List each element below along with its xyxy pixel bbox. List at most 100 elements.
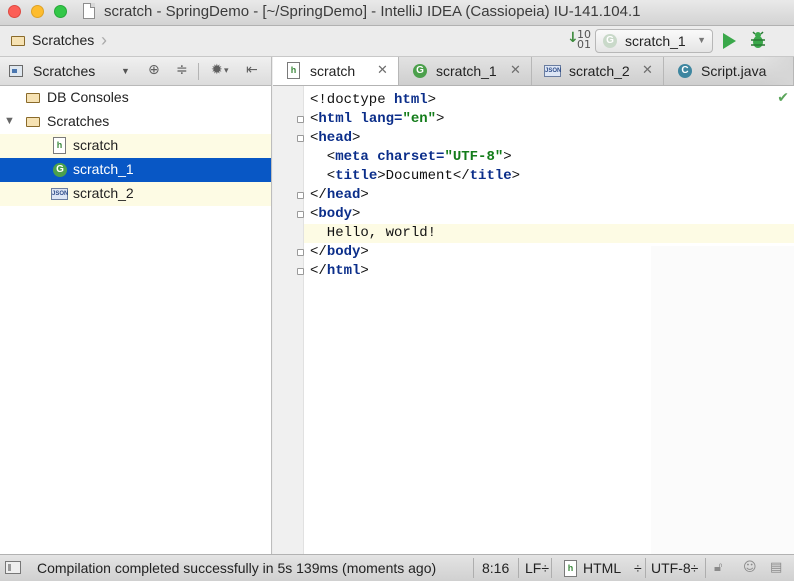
lock-icon[interactable]: 🔓︎ (714, 560, 722, 575)
line-separator-selector[interactable]: LF÷ (525, 560, 549, 576)
status-divider (518, 558, 519, 578)
status-message[interactable]: Compilation completed successfully in 5s… (37, 560, 436, 576)
gear-icon[interactable]: ✹ (211, 62, 223, 78)
code-line[interactable]: Hello, world! (310, 224, 436, 243)
inspector-icon[interactable]: ☺ (743, 560, 757, 575)
tree-item-scratch-2[interactable]: JSON scratch_2 (0, 182, 271, 206)
tree-item-scratch[interactable]: h scratch (0, 134, 271, 158)
tab-label: scratch_2 (569, 63, 630, 79)
title-bar: scratch - SpringDemo - [~/SpringDemo] - … (0, 0, 794, 26)
tab-label: scratch_1 (436, 63, 497, 79)
code-token: > (511, 168, 521, 184)
status-divider (473, 558, 474, 578)
folder-icon (26, 117, 40, 127)
editor-gutter[interactable] (273, 86, 304, 554)
code-token: > (436, 111, 445, 127)
tree-item-label: Scratches (47, 113, 110, 129)
tab-scratch[interactable]: h scratch ✕ (273, 57, 399, 85)
class-file-icon: C (678, 64, 692, 78)
html-file-icon: h (287, 62, 300, 79)
tab-scratch-2[interactable]: JSON scratch_2 ✕ (532, 57, 664, 85)
hide-panel-icon[interactable]: ⇤ (246, 62, 258, 78)
code-line[interactable]: </html> (310, 262, 369, 281)
code-token: meta (335, 149, 378, 165)
json-file-icon: JSON (544, 65, 561, 77)
code-token: > (503, 149, 512, 165)
minimize-window-button[interactable] (31, 5, 44, 18)
tree-item-label: DB Consoles (47, 89, 129, 105)
tool-window-header: Scratches ▼ ⊕ ≑ ✹ ▾ ⇤ (0, 57, 271, 86)
debug-button[interactable] (750, 31, 766, 49)
tab-script-java[interactable]: C Script.java (664, 57, 794, 85)
code-editor[interactable]: <!doctype html> <html lang="en"> <head> <m… (273, 86, 794, 554)
fold-marker-icon[interactable] (297, 268, 304, 275)
code-token: </ (310, 187, 327, 203)
html-file-icon: h (53, 137, 66, 154)
code-token: > (360, 244, 369, 260)
folder-icon (26, 93, 40, 103)
tree-item-scratches[interactable]: ▼ Scratches (0, 110, 271, 134)
document-icon (83, 3, 95, 19)
tree-item-label: scratch_2 (73, 185, 134, 201)
code-line[interactable]: <title>Document</title> (310, 167, 520, 186)
scroll-from-source-icon[interactable]: ⊕ (148, 62, 160, 78)
tool-window-title[interactable]: Scratches (33, 63, 95, 79)
run-configuration-dropdown[interactable]: G scratch_1 ▼ (595, 29, 713, 53)
tab-label: Script.java (701, 63, 767, 79)
code-line[interactable]: </body> (310, 243, 369, 262)
event-log-icon[interactable]: ▤ (770, 560, 782, 575)
fold-marker-icon[interactable] (297, 116, 304, 123)
tab-scratch-1[interactable]: G scratch_1 ✕ (399, 57, 532, 85)
fold-marker-icon[interactable] (297, 249, 304, 256)
code-token: head (326, 187, 361, 203)
encoding-selector[interactable]: UTF-8÷ (651, 560, 698, 576)
code-token: html (394, 92, 428, 108)
collapse-all-icon[interactable]: ≑ (176, 62, 188, 78)
close-window-button[interactable] (8, 5, 21, 18)
tree-item-db-consoles[interactable]: DB Consoles (0, 86, 271, 110)
language-dropdown-arrow[interactable]: ÷ (634, 560, 642, 576)
code-token: html (326, 263, 361, 279)
code-line[interactable]: <body> (310, 205, 360, 224)
code-token: > (352, 130, 361, 146)
gear-dropdown-icon[interactable]: ▾ (224, 66, 229, 76)
tree-item-label: scratch_1 (73, 161, 134, 177)
code-line[interactable]: <html lang="en"> (310, 110, 444, 129)
fold-marker-icon[interactable] (297, 211, 304, 218)
tool-windows-toggle-icon[interactable] (5, 561, 21, 574)
code-token: title (335, 168, 378, 184)
expand-arrow-icon[interactable]: ▼ (4, 115, 15, 127)
no-problems-check-icon: ✔ (777, 90, 789, 106)
code-token: </ (310, 263, 327, 279)
tree-item-scratch-1[interactable]: G scratch_1 (0, 158, 271, 182)
close-icon[interactable]: ✕ (642, 63, 653, 78)
chevron-down-icon[interactable]: ▼ (121, 66, 130, 76)
language-selector[interactable]: HTML (583, 560, 621, 576)
code-token: > (360, 187, 369, 203)
code-token: title (469, 168, 512, 184)
scratches-tool-window: Scratches ▼ ⊕ ≑ ✹ ▾ ⇤ DB Consoles ▼ Scra… (0, 57, 272, 554)
editor-background-shade (651, 246, 794, 554)
code-token: > (360, 263, 369, 279)
code-token: "UTF-8" (444, 149, 504, 165)
close-icon[interactable]: ✕ (377, 63, 388, 78)
code-token: >Document</ (377, 168, 470, 184)
code-token: body (326, 244, 361, 260)
code-line[interactable]: <!doctype html> (310, 91, 436, 110)
zoom-window-button[interactable] (54, 5, 67, 18)
close-icon[interactable]: ✕ (510, 63, 521, 78)
breadcrumb-scratches[interactable]: Scratches (32, 32, 94, 48)
code-line[interactable]: <meta charset="UTF-8"> (310, 148, 512, 167)
status-divider (705, 558, 706, 578)
caret-position[interactable]: 8:16 (482, 560, 509, 576)
tab-label: scratch (310, 63, 356, 79)
groovy-file-icon: G (53, 163, 67, 177)
code-token: lang= (360, 111, 403, 127)
code-line[interactable]: </head> (310, 186, 369, 205)
fold-marker-icon[interactable] (297, 192, 304, 199)
fold-marker-icon[interactable] (297, 135, 304, 142)
html-file-icon: h (564, 560, 577, 577)
breadcrumb-chevron-icon: › (101, 30, 107, 50)
run-button[interactable] (723, 33, 736, 49)
code-line[interactable]: <head> (310, 129, 360, 148)
